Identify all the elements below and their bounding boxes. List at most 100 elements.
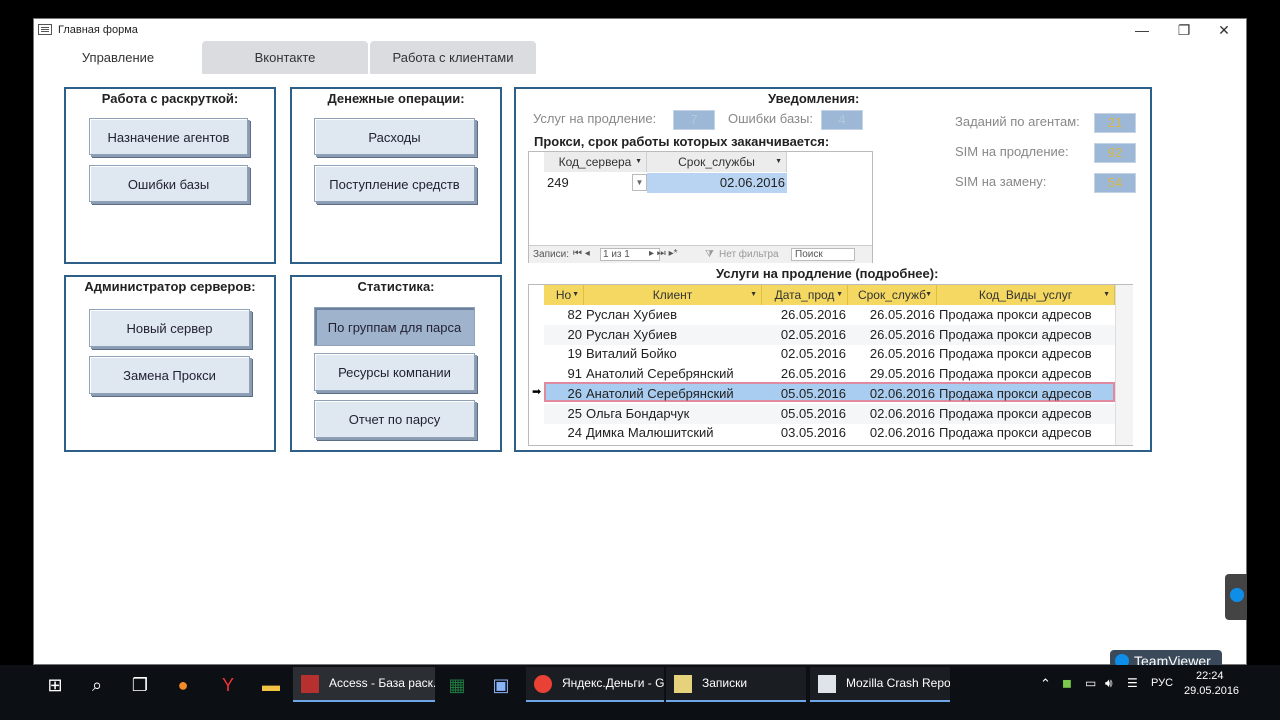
expenses-button[interactable]: Расходы: [314, 118, 475, 155]
new-server-button[interactable]: Новый сервер: [89, 309, 250, 347]
yandex-browser-icon[interactable]: Y: [215, 672, 241, 698]
teamviewer-side-tab[interactable]: [1225, 574, 1247, 620]
company-resources-button[interactable]: Ресурсы компании: [314, 353, 475, 391]
cell-service-type[interactable]: Продажа прокси адресов: [939, 384, 1115, 404]
col-number[interactable]: Но ▼: [544, 285, 584, 305]
tab-clients[interactable]: Работа с клиентами: [370, 41, 536, 74]
cell-term[interactable]: 26.05.2016: [848, 325, 935, 345]
sim-replace-count: 54: [1094, 173, 1136, 193]
minimize-button[interactable]: —: [1122, 19, 1162, 41]
cell-renew-date[interactable]: 26.05.2016: [762, 364, 846, 384]
cell-number[interactable]: 24: [544, 423, 582, 443]
volume-icon[interactable]: 🔊︎: [1105, 676, 1113, 691]
taskbar-access[interactable]: Access - База раск...: [293, 667, 435, 702]
col-service-type[interactable]: Код_Виды_услуг ▼: [937, 285, 1115, 305]
cell-term[interactable]: 02.06.2016: [848, 404, 935, 424]
col-service-term[interactable]: Срок_службы ▼: [647, 152, 787, 172]
errors-label: Ошибки базы:: [728, 111, 813, 126]
remote-desktop-icon[interactable]: ▣: [488, 672, 514, 698]
col-label: Клиент: [652, 288, 693, 302]
cell-service-type[interactable]: Продажа прокси адресов: [939, 364, 1115, 384]
promo-group: Работа с раскруткой: Назначение агентов …: [64, 87, 276, 264]
cell-number[interactable]: 91: [544, 364, 582, 384]
parse-groups-button[interactable]: По группам для парса: [314, 307, 475, 346]
file-explorer-icon[interactable]: ▬: [258, 672, 284, 698]
cell-service-term[interactable]: 02.06.2016: [647, 173, 787, 193]
cell-service-type[interactable]: Продажа прокси адресов: [939, 344, 1115, 364]
close-button[interactable]: ✕: [1204, 19, 1244, 41]
cell-term[interactable]: 02.06.2016: [848, 423, 935, 443]
firefox-icon[interactable]: ●: [170, 672, 196, 698]
filter-status[interactable]: Нет фильтра: [719, 249, 779, 260]
taskbar-chrome[interactable]: Яндекс.Деньги - G...: [526, 667, 664, 702]
cell-client[interactable]: Димка Малюшитский: [586, 423, 762, 443]
cell-renew-date[interactable]: 26.05.2016: [762, 305, 846, 325]
form-icon: [38, 24, 52, 35]
cell-number[interactable]: 20: [544, 325, 582, 345]
cell-renew-date[interactable]: 02.05.2016: [762, 325, 846, 345]
cell-term[interactable]: 26.05.2016: [848, 305, 935, 325]
tab-vkontakte[interactable]: Вконтакте: [202, 41, 368, 74]
taskbar-crash-reporter[interactable]: Mozilla Crash Repo...: [810, 667, 950, 702]
notifications-title: Уведомления:: [768, 91, 860, 106]
col-term[interactable]: Срок_служб ▼: [848, 285, 937, 305]
assign-agents-button[interactable]: Назначение агентов: [89, 118, 248, 155]
first-record-icon[interactable]: ⏮ ◂: [573, 248, 590, 259]
sort-arrow-icon: ▼: [775, 158, 782, 165]
notifications-icon[interactable]: ☰: [1127, 676, 1138, 690]
excel-icon[interactable]: ▦: [444, 672, 470, 698]
col-server-code[interactable]: Код_сервера ▼: [544, 152, 647, 172]
money-title: Денежные операции:: [327, 91, 465, 106]
cell-client[interactable]: Руслан Хубиев: [586, 325, 762, 345]
next-record-icon[interactable]: ▸ ⏭ ▸*: [649, 248, 678, 259]
cell-client[interactable]: Виталий Бойко: [586, 344, 762, 364]
cell-term[interactable]: 26.05.2016: [848, 344, 935, 364]
cell-client[interactable]: Анатолий Серебрянский: [586, 384, 762, 404]
cell-term[interactable]: 02.06.2016: [848, 384, 935, 404]
sim-renew-label: SIM на продление:: [955, 144, 1069, 159]
income-button[interactable]: Поступление средств: [314, 165, 475, 202]
cell-client[interactable]: Анатолий Серебрянский: [586, 364, 762, 384]
access-window: Главная форма — ❐ ✕ Управление Вконтакте…: [33, 18, 1247, 665]
cell-renew-date[interactable]: 03.05.2016: [762, 423, 846, 443]
cell-service-type[interactable]: Продажа прокси адресов: [939, 325, 1115, 345]
windows-start-icon[interactable]: ⊞: [42, 672, 68, 698]
access-icon: [301, 675, 319, 693]
col-renew-date[interactable]: Дата_прод ▼: [762, 285, 848, 305]
network-icon[interactable]: ▭: [1085, 676, 1096, 690]
cell-number[interactable]: 26: [544, 384, 582, 404]
cell-service-type[interactable]: Продажа прокси адресов: [939, 305, 1115, 325]
cell-number[interactable]: 19: [544, 344, 582, 364]
col-client[interactable]: Клиент ▼: [584, 285, 762, 305]
replace-proxy-button[interactable]: Замена Прокси: [89, 356, 250, 394]
cell-client[interactable]: Руслан Хубиев: [586, 305, 762, 325]
record-selector-icon[interactable]: ➡: [532, 382, 544, 402]
cell-number[interactable]: 82: [544, 305, 582, 325]
cell-renew-date[interactable]: 05.05.2016: [762, 384, 846, 404]
clock-date[interactable]: 29.05.2016: [1184, 685, 1239, 697]
task-view-icon[interactable]: ❐: [127, 672, 153, 698]
cell-number[interactable]: 25: [544, 404, 582, 424]
nvidia-icon[interactable]: ◼: [1062, 676, 1072, 690]
dropdown-icon[interactable]: ▼: [632, 174, 647, 191]
search-input[interactable]: Поиск: [791, 248, 855, 261]
cell-service-type[interactable]: Продажа прокси адресов: [939, 404, 1115, 424]
cell-client[interactable]: Ольга Бондарчук: [586, 404, 762, 424]
parse-report-button[interactable]: Отчет по парсу: [314, 400, 475, 438]
restore-button[interactable]: ❐: [1164, 19, 1204, 41]
search-icon[interactable]: ⌕: [84, 672, 110, 698]
cell-server-code[interactable]: 249: [547, 173, 632, 193]
clock-time[interactable]: 22:24: [1196, 670, 1224, 682]
renew-count: 7: [673, 110, 715, 130]
cell-service-type[interactable]: Продажа прокси адресов: [939, 423, 1115, 443]
tab-management[interactable]: Управление: [54, 41, 182, 74]
cell-renew-date[interactable]: 02.05.2016: [762, 344, 846, 364]
tray-show-hidden-icon[interactable]: ⌃: [1040, 676, 1051, 692]
cell-renew-date[interactable]: 05.05.2016: [762, 404, 846, 424]
cell-term[interactable]: 29.05.2016: [848, 364, 935, 384]
taskbar-notes[interactable]: Записки: [666, 667, 806, 702]
language-indicator[interactable]: РУС: [1151, 677, 1173, 689]
sim-renew-count: 92: [1094, 143, 1136, 163]
vertical-scrollbar[interactable]: [1115, 285, 1133, 445]
db-errors-button[interactable]: Ошибки базы: [89, 165, 248, 202]
